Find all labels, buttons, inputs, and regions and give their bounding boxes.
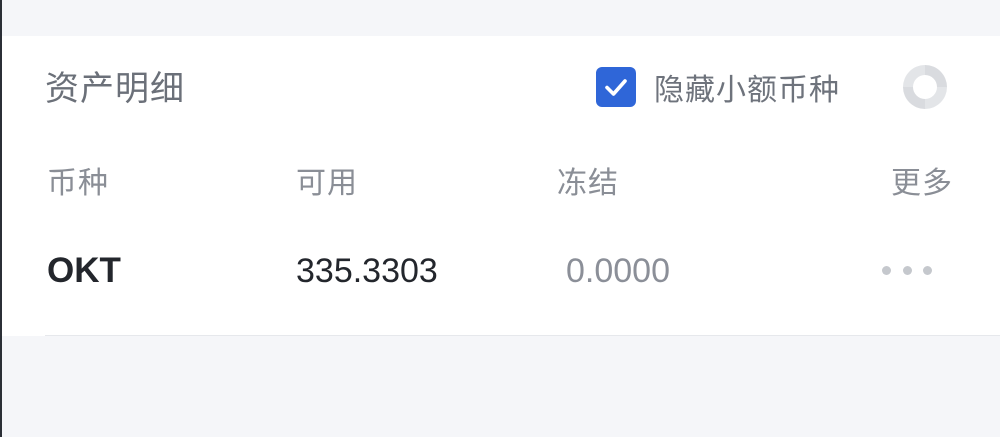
spinner-icon (903, 65, 947, 109)
available-balance: 335.3303 (296, 252, 438, 290)
top-background-strip (0, 0, 1000, 36)
more-options-button[interactable] (882, 260, 932, 280)
column-header-frozen: 冻结 (557, 166, 619, 201)
hide-small-balances-toggle[interactable]: 隐藏小额币种 (596, 66, 840, 108)
left-edge-border (0, 0, 2, 437)
check-icon (605, 79, 627, 96)
hide-small-balances-label: 隐藏小额币种 (654, 73, 840, 108)
column-header-more: 更多 (891, 166, 953, 201)
frozen-balance: 0.0000 (566, 252, 670, 290)
more-dots-icon (902, 265, 912, 275)
column-header-coin: 币种 (47, 166, 109, 201)
more-dots-icon (923, 265, 932, 275)
coin-name: OKT (47, 251, 121, 290)
row-divider (45, 335, 1000, 336)
column-header-available: 可用 (296, 166, 358, 201)
hide-small-balances-checkbox[interactable] (596, 67, 636, 107)
section-title: 资产明细 (45, 69, 185, 109)
more-dots-icon (882, 265, 891, 275)
